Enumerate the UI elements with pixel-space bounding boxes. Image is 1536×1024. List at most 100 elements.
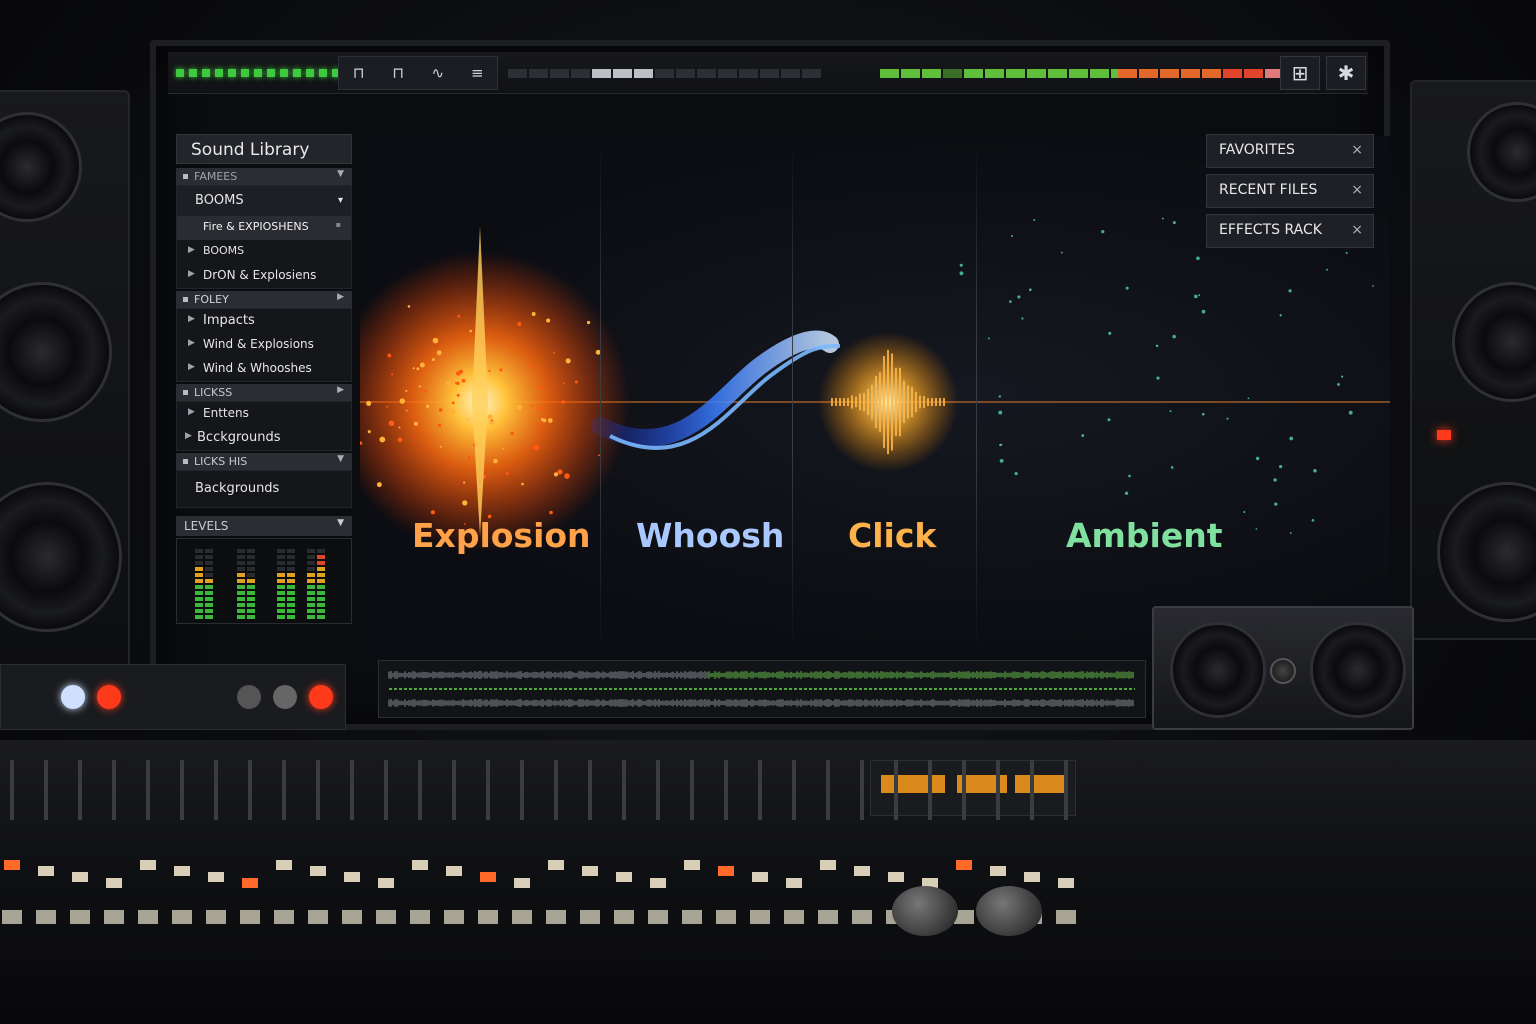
spark-particle (517, 404, 522, 410)
fx-label-ambient[interactable]: Ambient (1066, 516, 1223, 555)
spark-particle (502, 341, 505, 344)
desk-speaker-knob[interactable] (1270, 658, 1296, 684)
level-segment (195, 579, 203, 583)
levels-header[interactable]: LEVELS ▼ (176, 516, 352, 536)
sidebar-item-backgrounds[interactable]: ▶ Bcckgrounds (177, 426, 351, 450)
timeline-waveform[interactable] (378, 660, 1146, 718)
star-dot (959, 271, 964, 276)
fader-cap (956, 860, 972, 870)
spark-particle (462, 500, 468, 506)
category-header-famees[interactable]: FAMEES ▼ (176, 168, 352, 185)
star-dot (1372, 285, 1375, 287)
levels-meter (176, 538, 352, 624)
rack-button-white[interactable] (61, 685, 85, 709)
spark-particle (499, 368, 503, 372)
level-segment (237, 549, 245, 553)
favorites-label: FAVORITES (1219, 142, 1295, 158)
sidebar-item-dron-explosiens[interactable]: ▶ DrON & Explosiens (177, 264, 351, 288)
fader-cap (412, 860, 428, 870)
fx-label-explosion[interactable]: Explosion (412, 516, 591, 555)
rack-knob[interactable] (237, 685, 261, 709)
fx-label-click[interactable]: Click (848, 516, 936, 555)
channel-button (138, 910, 158, 924)
sidebar-item-label: Backgrounds (195, 481, 280, 496)
level-segment (237, 579, 245, 583)
close-icon[interactable]: × (1351, 222, 1363, 238)
category-header-lickss[interactable]: LICKSS ▶ (176, 384, 352, 401)
sidebar-item-backgrounds-2[interactable]: Backgrounds (177, 471, 351, 507)
category-block-licks-his: Backgrounds (176, 470, 352, 508)
level-segment (205, 615, 213, 619)
sidebar-item-fire-explosions[interactable]: Fire & EXPIOSHENS ▪ (177, 216, 351, 240)
effects-rack-button[interactable]: EFFECTS RACK × (1206, 214, 1374, 248)
channel-button (70, 910, 90, 924)
sidebar-item-booms[interactable]: ▶ BOOMS (177, 240, 351, 264)
category-header-label: FAMEES (194, 170, 238, 183)
category-header-foley[interactable]: FOLEY ▶ (176, 291, 352, 308)
rack-button-red[interactable] (309, 685, 333, 709)
level-segment (205, 561, 213, 565)
waveform-edit-icon[interactable]: ∿ (425, 61, 451, 85)
fader-cap (718, 866, 734, 876)
pin-icon[interactable]: ⊓ (346, 61, 372, 85)
level-segment (307, 573, 315, 577)
sidebar-title: Sound Library (176, 134, 352, 164)
spark-particle (537, 406, 542, 411)
spark-particle (493, 458, 498, 464)
level-segment (317, 585, 325, 589)
sidebar-item-label: Bcckgrounds (197, 430, 281, 445)
console-jog-wheel[interactable] (892, 886, 958, 936)
channel-button (444, 910, 464, 924)
level-segment (247, 615, 255, 619)
spark-particle (405, 409, 408, 412)
grid-layout-icon[interactable]: ⊞ (1280, 56, 1320, 90)
spark-particle (539, 422, 543, 426)
list-menu-icon[interactable]: ≡ (464, 61, 490, 85)
spark-particle (398, 426, 401, 429)
sidebar-item-enttens[interactable]: ▶ Enttens (177, 402, 351, 426)
favorites-button[interactable]: FAVORITES × (1206, 134, 1374, 168)
effects-rack-label: EFFECTS RACK (1219, 222, 1322, 238)
console-jog-wheel[interactable] (976, 886, 1042, 936)
fader-slot (282, 760, 286, 820)
level-segment (277, 579, 285, 583)
level-segment (317, 603, 325, 607)
level-segment (287, 561, 295, 565)
level-segment (195, 597, 203, 601)
sidebar-item-impacts[interactable]: ▶ Impacts (177, 309, 351, 333)
close-icon[interactable]: × (1351, 142, 1363, 158)
sidebar-item-wind-explosions[interactable]: ▶ Wind & Explosions (177, 333, 351, 357)
level-segment (287, 609, 295, 613)
spark-particle (574, 380, 578, 384)
category-header-licks-his[interactable]: LICKS HIS ▼ (176, 453, 352, 470)
fader-slot (384, 760, 388, 820)
left-speaker-woofer (0, 282, 112, 422)
fader-cap (786, 878, 802, 888)
close-icon[interactable]: × (1351, 182, 1363, 198)
sidebar-item-booms-category[interactable]: BOOMS ▾ (177, 186, 351, 216)
sidebar-item-wind-whooshes[interactable]: ▶ Wind & Whooshes (177, 357, 351, 381)
spark-particle (399, 398, 406, 404)
rack-knob[interactable] (273, 685, 297, 709)
sidebar-item-label: Wind & Explosions (203, 337, 314, 351)
star-dot (1201, 309, 1206, 314)
level-segment (287, 585, 295, 589)
rack-button-red[interactable] (97, 685, 121, 709)
left-speaker-woofer-2 (0, 482, 122, 632)
fx-label-whoosh[interactable]: Whoosh (636, 516, 784, 555)
spark-particle (564, 473, 570, 479)
levels-meter-bars (195, 549, 325, 619)
level-segment (317, 567, 325, 571)
star-dot (1172, 221, 1176, 225)
star-burst-icon[interactable]: ✱ (1326, 56, 1366, 90)
spark-particle (391, 373, 394, 376)
recent-files-button[interactable]: RECENT FILES × (1206, 174, 1374, 208)
fader-cap (140, 860, 156, 870)
level-segment (287, 591, 295, 595)
sidebar-item-label: Fire & EXPIOSHENS (203, 220, 309, 233)
pin-icon[interactable]: ⊓ (385, 61, 411, 85)
spark-particle (397, 437, 403, 443)
spark-particle (553, 472, 559, 477)
chevron-down-icon: ▼ (337, 454, 344, 464)
level-segment (317, 555, 325, 559)
